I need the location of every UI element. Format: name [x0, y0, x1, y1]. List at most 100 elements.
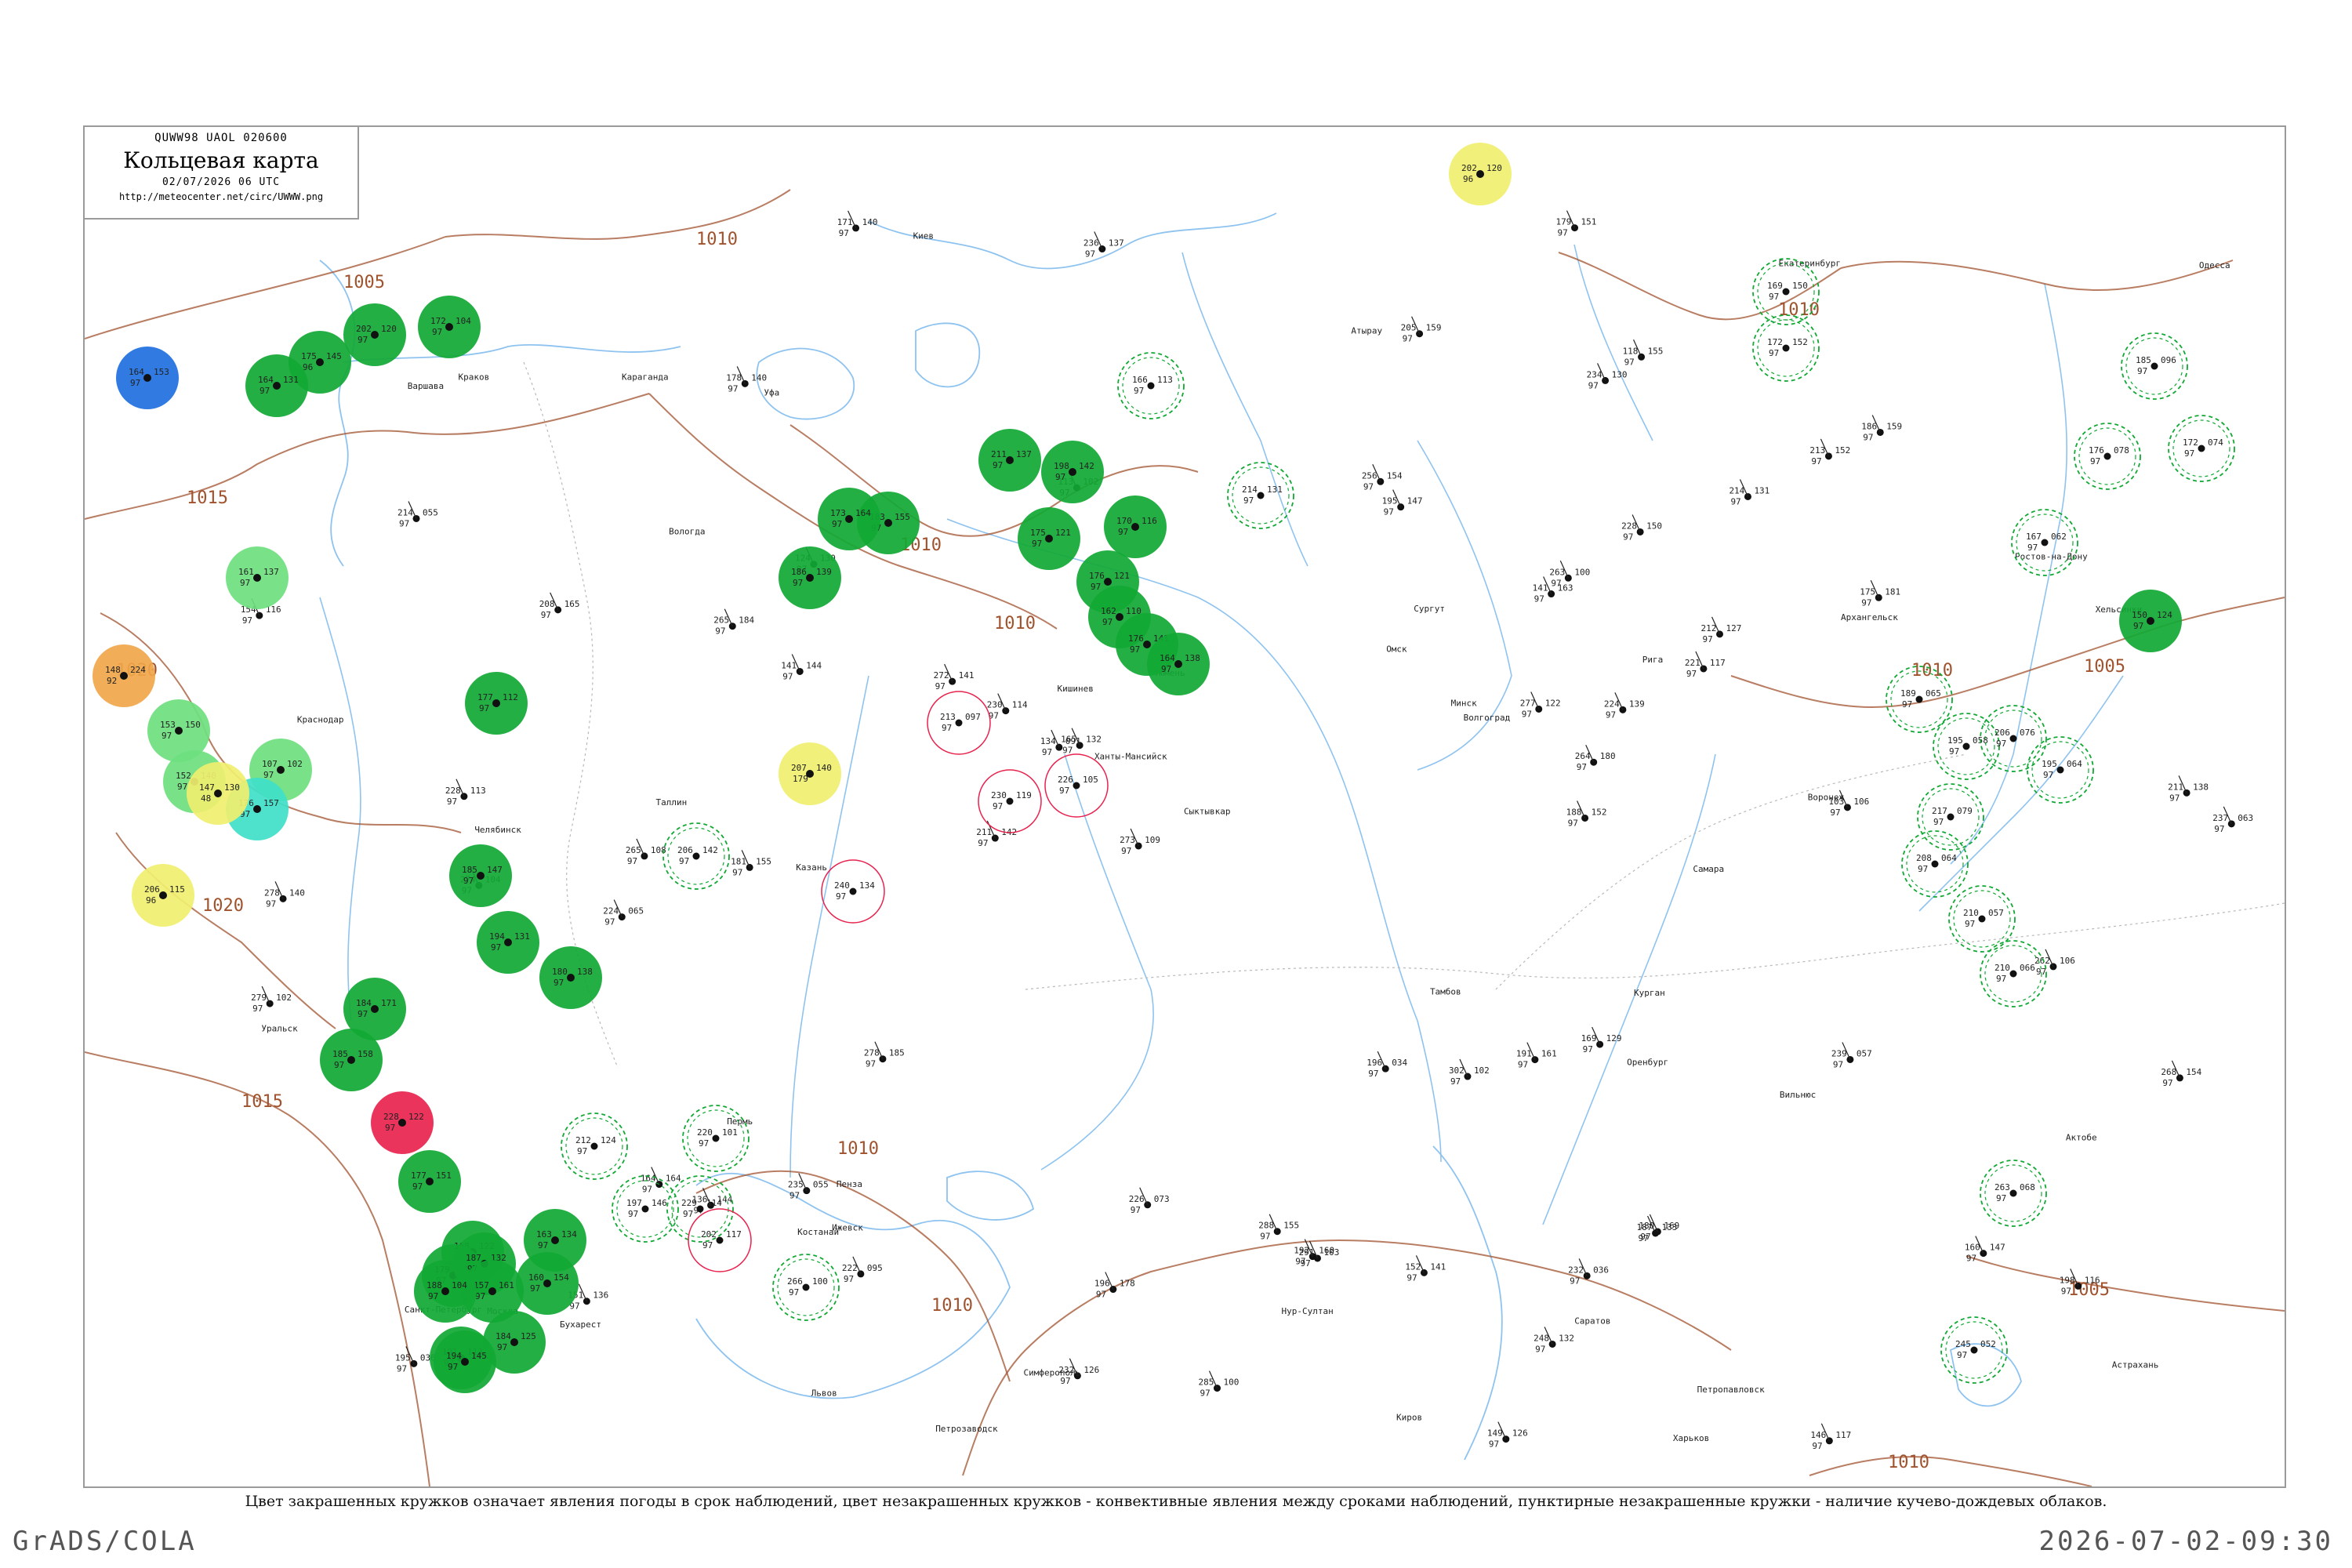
station-weather-circle[interactable]: 18497 171 — [343, 978, 406, 1040]
station-cb-circle[interactable]: 20697 076 — [1980, 705, 2047, 772]
station-weather-circle[interactable]: 21197 137 — [978, 429, 1041, 492]
station-plot[interactable]: 22697 073 — [1129, 1187, 1170, 1215]
station-plot[interactable]: 18697 159 — [1861, 415, 1902, 442]
station-weather-circle[interactable]: 19497 131 — [477, 911, 539, 974]
station-convective-circle[interactable]: 22697 105 — [1044, 753, 1109, 818]
station-plot[interactable]: 22197 117 — [1685, 651, 1726, 679]
station-weather-circle[interactable]: 14748 130 — [187, 762, 249, 825]
station-plot[interactable]: 27897 185 — [864, 1041, 905, 1069]
station-weather-circle[interactable]: 20297 120 — [343, 303, 406, 366]
station-plot[interactable]: 22497 139 — [1604, 692, 1645, 720]
station-cb-circle[interactable]: 26697 100 — [772, 1254, 840, 1321]
station-plot[interactable]: 27797 122 — [1520, 691, 1561, 719]
station-plot[interactable]: 17197 140 — [837, 210, 878, 238]
station-weather-circle[interactable]: 16197 137 — [226, 546, 289, 609]
station-weather-circle[interactable]: 16497 131 — [245, 354, 308, 417]
station-weather-circle[interactable]: 17297 104 — [418, 296, 481, 358]
station-plot[interactable]: 16097 147 — [1965, 1236, 2005, 1264]
station-cb-circle[interactable]: 17297 074 — [2168, 415, 2235, 482]
station-cb-circle[interactable]: 21097 057 — [1948, 885, 2016, 953]
station-cb-circle[interactable]: 22097 101 — [682, 1105, 750, 1172]
station-plot[interactable]: 17897 140 — [726, 366, 767, 394]
station-plot[interactable]: 18197 155 — [731, 850, 771, 877]
station-plot[interactable]: 11897 155 — [1623, 339, 1664, 367]
station-cb-circle[interactable]: 16797 062 — [2011, 509, 2078, 576]
station-cb-circle[interactable]: 20697 142 — [662, 822, 730, 890]
station-plot[interactable]: 21397 152 — [1809, 438, 1850, 466]
station-plot[interactable]: 27297 141 — [934, 663, 975, 691]
station-plot[interactable]: 18097 169 — [1639, 1214, 1679, 1242]
station-weather-circle[interactable]: 18597 147 — [449, 844, 512, 907]
station-weather-circle[interactable]: 20296 120 — [1449, 143, 1512, 205]
station-convective-circle[interactable]: 21397 097 — [927, 691, 991, 755]
station-weather-circle[interactable]: 207179 140 — [779, 742, 841, 805]
station-cb-circle[interactable]: 16697 113 — [1117, 352, 1185, 419]
station-weather-circle[interactable]: 19897 142 — [1041, 441, 1104, 503]
station-plot[interactable]: 17597 181 — [1860, 580, 1900, 608]
station-cb-circle[interactable]: 19597058 — [1933, 713, 2000, 780]
station-plot[interactable]: 26497 180 — [1575, 744, 1616, 772]
station-weather-circle[interactable]: 18697 139 — [779, 546, 841, 609]
station-plot[interactable]: 27897 140 — [264, 881, 305, 909]
station-plot[interactable]: 19597 147 — [1382, 489, 1423, 517]
station-weather-circle[interactable]: 22897 122 — [371, 1091, 434, 1154]
station-weather-circle[interactable]: 18097 138 — [539, 946, 602, 1009]
station-plot[interactable]: 17997 151 — [1556, 210, 1597, 238]
station-weather-circle[interactable]: 18897 104 — [414, 1260, 477, 1323]
station-plot[interactable]: 22897 150 — [1621, 514, 1662, 542]
station-plot[interactable]: 21297 127 — [1701, 616, 1742, 644]
station-plot[interactable]: 19197 161 — [1516, 1042, 1557, 1070]
station-plot[interactable]: 23997 057 — [1831, 1042, 1872, 1069]
station-plot[interactable]: 14197 144 — [781, 654, 822, 681]
station-plot[interactable]: 21497 055 — [397, 501, 438, 528]
station-weather-circle[interactable]: 15097 124 — [2119, 590, 2182, 652]
station-plot[interactable]: 26597 184 — [713, 608, 755, 637]
station-weather-circle[interactable]: 19497 145 — [434, 1330, 496, 1393]
station-plot[interactable]: 20897 165 — [539, 592, 580, 620]
map-url[interactable]: http://meteocenter.net/circ/UWWW.png — [85, 191, 358, 202]
station-plot[interactable]: 26597108 — [626, 838, 666, 866]
station-plot[interactable]: 22497 065 — [603, 899, 644, 927]
station-weather-circle[interactable]: 16497 153 — [116, 347, 179, 409]
station-convective-circle[interactable]: 23097 119 — [978, 769, 1042, 833]
station-weather-circle[interactable]: 17797 112 — [465, 672, 528, 735]
station-plot[interactable]: 21197 138 — [2168, 775, 2209, 803]
station-cb-circle[interactable]: 20897 064 — [1901, 830, 1969, 898]
station-plot[interactable]: 27397 109 — [1120, 828, 1160, 856]
station-plot[interactable]: 23697 137 — [1083, 231, 1124, 260]
station-plot[interactable]: 27997 102 — [251, 985, 292, 1014]
station-plot[interactable]: 23297 036 — [1568, 1258, 1609, 1286]
station-plot[interactable]: 24897 132 — [1534, 1327, 1574, 1354]
station-plot[interactable]: 22897 113 — [445, 779, 486, 807]
station-weather-circle[interactable]: 17597 121 — [1018, 507, 1080, 570]
station-weather-circle[interactable]: 17797 151 — [398, 1150, 461, 1213]
station-plot[interactable]: 16997 129 — [1581, 1026, 1622, 1054]
station-weather-circle[interactable]: 16497 138 — [1147, 633, 1210, 695]
station-plot[interactable]: 28897 155 — [1258, 1214, 1299, 1242]
station-weather-circle[interactable]: 17397 164 — [818, 488, 880, 550]
station-cb-circle[interactable]: 19597 064 — [2027, 736, 2094, 804]
station-weather-circle[interactable]: 14892 224 — [93, 644, 155, 707]
station-plot[interactable]: 14697 117 — [1810, 1423, 1851, 1451]
station-plot[interactable]: 19597036 — [395, 1346, 436, 1374]
station-plot[interactable]: 21197142 — [976, 820, 1017, 848]
station-weather-circle[interactable]: 16097 154 — [516, 1252, 579, 1315]
station-plot[interactable]: 14997 126 — [1487, 1421, 1528, 1450]
station-convective-circle[interactable]: 24097 134 — [821, 859, 885, 924]
station-plot[interactable]: 23097114 — [987, 693, 1028, 721]
station-plot[interactable]: 30297 102 — [1449, 1058, 1490, 1087]
station-cb-circle[interactable]: 18597 096 — [2121, 332, 2188, 400]
station-cb-circle[interactable]: 21497 131 — [1227, 462, 1294, 529]
station-cb-circle[interactable]: 21297 124 — [561, 1112, 628, 1180]
station-plot[interactable]: 28597 100 — [1199, 1370, 1240, 1399]
station-plot[interactable]: 20597 159 — [1401, 316, 1442, 344]
station-plot[interactable]: 21497 131 — [1729, 479, 1769, 506]
station-cb-circle[interactable]: 26397 068 — [1980, 1160, 2047, 1227]
station-plot[interactable]: 26297106 — [2034, 949, 2075, 977]
station-weather-circle[interactable]: 20696 115 — [132, 864, 194, 927]
station-convective-circle[interactable]: 20297 117 — [688, 1208, 752, 1272]
station-plot[interactable]: 25697 154 — [1362, 464, 1403, 492]
station-plot[interactable]: 23497 130 — [1587, 363, 1628, 390]
station-plot[interactable]: 15297 141 — [1405, 1255, 1446, 1283]
station-plot[interactable]: 26897 154 — [2161, 1060, 2202, 1088]
